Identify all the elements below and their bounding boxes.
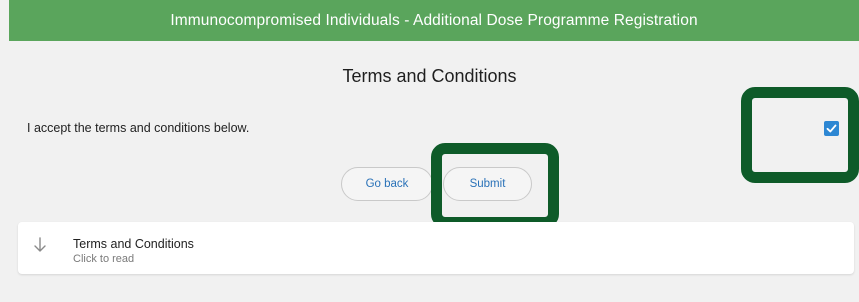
checkbox-highlight-box [741,87,859,183]
terms-accordion[interactable]: Terms and Conditions Click to read [18,222,854,274]
accept-terms-label: I accept the terms and conditions below. [27,121,250,135]
page-title: Terms and Conditions [342,66,517,86]
accordion-subtitle: Click to read [73,253,135,265]
arrow-down-icon [34,237,46,252]
accordion-title: Terms and Conditions [73,237,194,251]
go-back-button[interactable]: Go back [341,167,433,201]
header-title: Immunocompromised Individuals - Addition… [170,11,698,29]
submit-highlight-box [431,143,559,228]
header-bar: Immunocompromised Individuals - Addition… [9,0,859,41]
